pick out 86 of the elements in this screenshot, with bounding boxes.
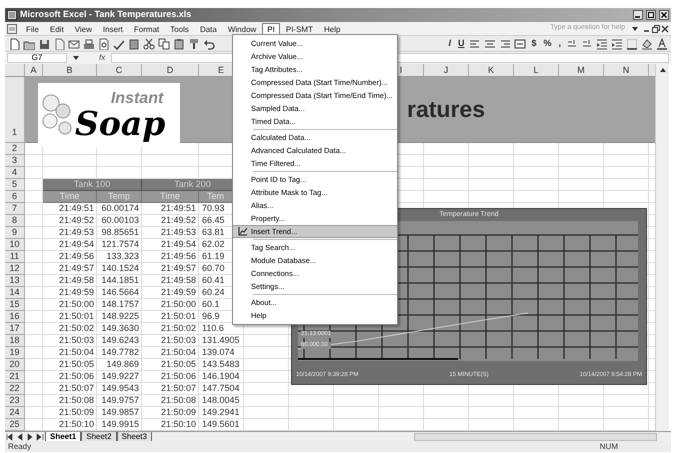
table-cell: 21:50:02 bbox=[160, 323, 196, 335]
table-cell: 21:50:04 bbox=[58, 347, 94, 359]
table-cell: 21:49:58 bbox=[160, 275, 196, 287]
table-cell: 149.9857 bbox=[101, 407, 139, 419]
table-cell: 21:49:56 bbox=[58, 251, 94, 263]
table-cell: 98.85651 bbox=[101, 227, 139, 239]
table-cell: 139.074 bbox=[202, 347, 235, 359]
window-title: Microsoft Excel - Tank Temperatures.xls bbox=[20, 8, 192, 22]
table-cell: 21:49:58 bbox=[58, 275, 94, 287]
table-cell: 21:50:06 bbox=[160, 371, 196, 383]
table-cell: 21:50:05 bbox=[160, 359, 196, 371]
table-cell: 21:49:51 bbox=[160, 203, 196, 215]
group-header-cell: Tank 100 bbox=[43, 179, 142, 191]
table-cell: 149.3630 bbox=[101, 323, 139, 335]
table-cell: 147.7504 bbox=[202, 383, 240, 395]
table-cell: 144.1851 bbox=[101, 275, 139, 287]
table-cell: 148.0045 bbox=[202, 395, 240, 407]
table-cell: 148.1757 bbox=[101, 299, 139, 311]
table-cell: 140.1524 bbox=[101, 263, 139, 275]
table-cell: 21:50:01 bbox=[160, 311, 196, 323]
table-cell: 21:50:10 bbox=[58, 419, 94, 431]
table-cell: 146.5664 bbox=[101, 287, 139, 299]
column-header-cell: Time bbox=[142, 191, 199, 203]
table-cell: 21:49:53 bbox=[58, 227, 94, 239]
table-cell: 21:50:07 bbox=[160, 383, 196, 395]
table-cell: 60.24 bbox=[202, 287, 225, 299]
logo-text: Soap bbox=[75, 106, 166, 140]
table-cell: 21:49:57 bbox=[160, 263, 196, 275]
table-cell: 21:49:57 bbox=[58, 263, 94, 275]
table-cell: 21:49:56 bbox=[160, 251, 196, 263]
table-cell: 21:50:09 bbox=[160, 407, 196, 419]
table-cell: 21:49:52 bbox=[160, 215, 196, 227]
table-cell: 149.7782 bbox=[101, 347, 139, 359]
logo-text: Instant bbox=[110, 90, 165, 106]
column-header-cell: Time bbox=[43, 191, 97, 203]
table-cell: 21:50:08 bbox=[160, 395, 196, 407]
table-cell: 60.41 bbox=[202, 275, 225, 287]
table-cell: 21:49:59 bbox=[160, 287, 196, 299]
table-cell: 149.869 bbox=[106, 359, 139, 371]
table-cell: 61.19 bbox=[202, 251, 225, 263]
table-cell: 21:50:10 bbox=[160, 419, 196, 431]
table-cell: 21:50:02 bbox=[58, 323, 94, 335]
table-cell: 66.45 bbox=[202, 215, 225, 227]
table-cell: 21:50:00 bbox=[58, 299, 94, 311]
table-cell: 21:50:03 bbox=[160, 335, 196, 347]
sheet-title: ratures bbox=[407, 95, 485, 124]
table-cell: 60.00174 bbox=[101, 203, 139, 215]
table-cell: 133.323 bbox=[106, 251, 139, 263]
status-text: Ready bbox=[8, 440, 32, 452]
column-header-cell: Temp bbox=[97, 191, 142, 203]
table-cell: 143.5483 bbox=[202, 359, 240, 371]
table-cell: 21:49:54 bbox=[58, 239, 94, 251]
table-cell: 21:49:51 bbox=[58, 203, 94, 215]
table-cell: 21:50:01 bbox=[58, 311, 94, 323]
table-cell: 149.5601 bbox=[202, 419, 240, 431]
table-cell: 70.93 bbox=[202, 203, 225, 215]
table-cell: 21:50:06 bbox=[58, 371, 94, 383]
table-cell: 149.9543 bbox=[101, 383, 139, 395]
table-cell: 146.1904 bbox=[202, 371, 240, 383]
table-cell: 60.70 bbox=[202, 263, 225, 275]
table-cell: 21:49:54 bbox=[160, 239, 196, 251]
table-cell: 21:50:08 bbox=[58, 395, 94, 407]
table-cell: 60.00103 bbox=[101, 215, 139, 227]
table-cell: 62.02 bbox=[202, 239, 225, 251]
table-cell: 21:49:59 bbox=[58, 287, 94, 299]
table-cell: 60.1 bbox=[202, 299, 220, 311]
table-cell: 149.9915 bbox=[101, 419, 139, 431]
table-cell: 131.4905 bbox=[202, 335, 240, 347]
table-cell: 21:50:09 bbox=[58, 407, 94, 419]
table-cell: 149.9227 bbox=[101, 371, 139, 383]
table-cell: 149.6243 bbox=[101, 335, 139, 347]
table-cell: 21:49:52 bbox=[58, 215, 94, 227]
table-cell: 21:50:03 bbox=[58, 335, 94, 347]
table-cell: 121.7574 bbox=[101, 239, 139, 251]
table-cell: 96.9 bbox=[202, 311, 220, 323]
table-cell: 110.6 bbox=[202, 323, 224, 335]
num-lock-indicator: NUM bbox=[600, 440, 618, 452]
table-cell: 21:50:07 bbox=[58, 383, 94, 395]
table-cell: 21:49:53 bbox=[160, 227, 196, 239]
table-cell: 149.9757 bbox=[101, 395, 139, 407]
table-cell: 21:50:05 bbox=[58, 359, 94, 371]
table-cell: 21:50:04 bbox=[160, 347, 196, 359]
table-cell: 148.9225 bbox=[101, 311, 139, 323]
table-cell: 21:50:00 bbox=[160, 299, 196, 311]
table-cell: 63.81 bbox=[202, 227, 225, 239]
table-cell: 149.2941 bbox=[202, 407, 240, 419]
